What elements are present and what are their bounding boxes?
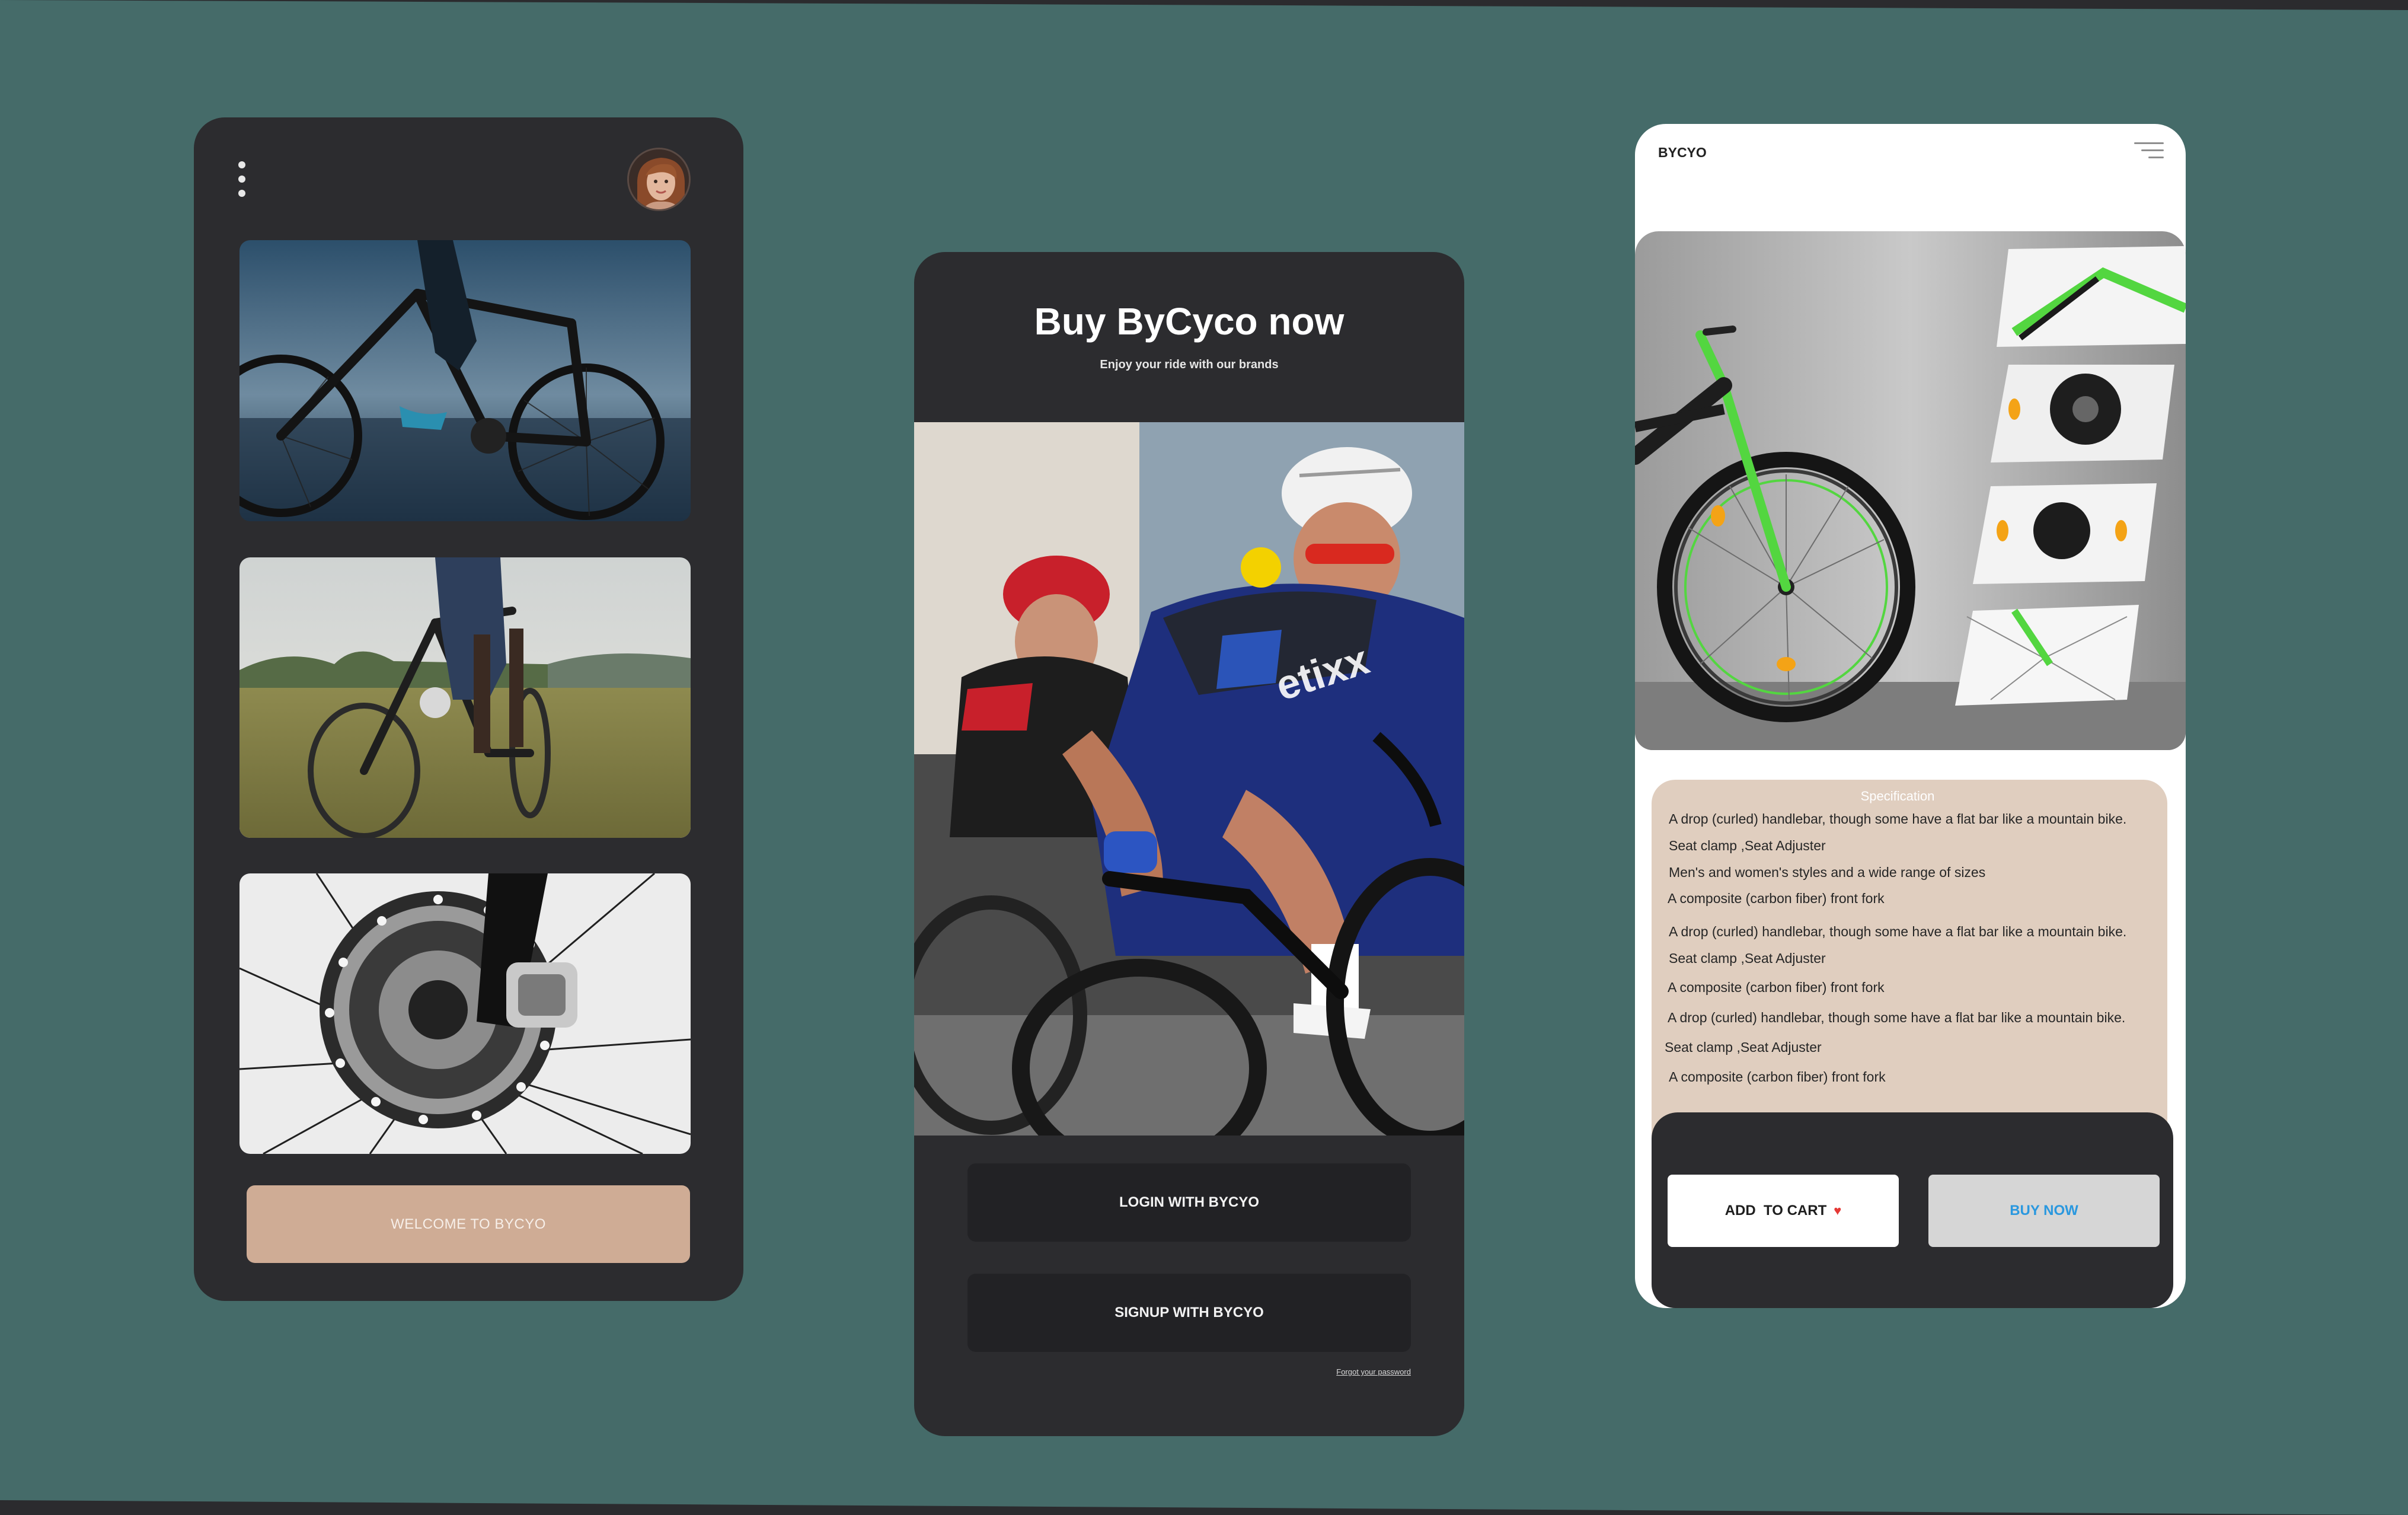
- kebab-menu-icon[interactable]: [230, 159, 254, 199]
- spec-line: Seat clamp ,Seat Adjuster: [1669, 951, 1826, 966]
- spec-line: Seat clamp ,Seat Adjuster: [1669, 838, 1826, 853]
- forgot-password-link[interactable]: Forgot your password: [1292, 1367, 1411, 1376]
- add-to-cart-label: ADD TO CART: [1724, 1203, 1827, 1219]
- spec-line: A composite (carbon fiber) front fork: [1669, 1069, 1886, 1085]
- product-image: [1635, 231, 2186, 750]
- disc-brake-photo[interactable]: [239, 873, 691, 1154]
- road-cyclists-hero-photo: etixx: [914, 422, 1464, 1136]
- spec-title: Specification: [1860, 789, 1935, 803]
- spec-line: Seat clamp ,Seat Adjuster: [1665, 1039, 1822, 1055]
- spec-line: A drop (curled) handlebar, though some h…: [1669, 924, 2127, 939]
- page-subtitle: Enjoy your ride with our brands: [1100, 358, 1279, 371]
- brand-logo-text: BYCYO: [1658, 145, 1707, 160]
- welcome-button[interactable]: WELCOME TO BYCYO: [247, 1185, 690, 1263]
- heart-icon: ♥: [1834, 1203, 1842, 1218]
- buy-now-button[interactable]: BUY NOW: [1928, 1175, 2160, 1247]
- spec-line: Men's and women's styles and a wide rang…: [1669, 865, 1986, 880]
- spec-line: A composite (carbon fiber) front fork: [1668, 980, 1885, 995]
- hamburger-menu-icon[interactable]: [2133, 141, 2164, 161]
- spec-line: A drop (curled) handlebar, though some h…: [1669, 811, 2127, 827]
- add-to-cart-button[interactable]: ADD TO CART ♥: [1668, 1175, 1899, 1247]
- user-avatar[interactable]: [627, 148, 691, 211]
- spec-line: A composite (carbon fiber) front fork: [1668, 891, 1885, 906]
- login-button[interactable]: LOGIN WITH BYCYO: [967, 1163, 1411, 1242]
- mountain-bike-rider-photo[interactable]: [239, 240, 691, 521]
- spec-line: A drop (curled) handlebar, though some h…: [1668, 1010, 2126, 1025]
- bike-on-grass-photo[interactable]: [239, 557, 691, 838]
- signup-button[interactable]: SIGNUP WITH BYCYO: [967, 1274, 1411, 1352]
- page-title: Buy ByCyco now: [1034, 300, 1344, 343]
